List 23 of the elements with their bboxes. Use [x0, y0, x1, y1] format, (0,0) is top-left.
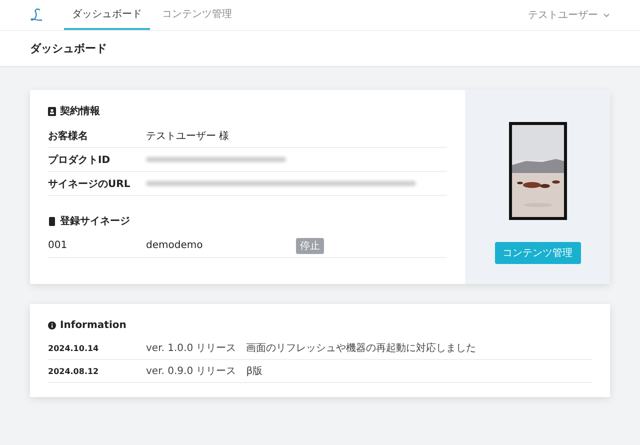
- field-label: サイネージのURL: [48, 178, 132, 190]
- signage-name: demodemo: [146, 240, 204, 251]
- info-icon: [48, 321, 56, 330]
- user-menu[interactable]: テストユーザー: [528, 8, 598, 22]
- field-label: お客様名: [48, 129, 89, 142]
- field-value: テストユーザー 様: [146, 130, 230, 142]
- info-date: 2024.10.14: [48, 344, 100, 352]
- section-title: 契約情報: [60, 104, 100, 118]
- chevron-down-icon[interactable]: [603, 12, 610, 18]
- content-management-button[interactable]: コンテンツ管理: [494, 242, 580, 264]
- status-badge: 停止: [296, 238, 324, 254]
- info-text: ver. 1.0.0 リリース 画面のリフレッシュや機器の再起動に対応しました: [146, 342, 478, 355]
- field-label: プロダクトID: [48, 153, 112, 166]
- page-title: ダッシュボード: [30, 41, 107, 56]
- contact-card-icon: [48, 106, 56, 116]
- info-text: ver. 0.9.0 リリース β版: [146, 365, 264, 378]
- logo-icon: [30, 7, 44, 23]
- section-title: Information: [60, 320, 126, 331]
- signage-number: 001: [48, 240, 68, 251]
- info-date: 2024.08.12: [48, 366, 100, 376]
- nav-tab[interactable]: コンテンツ管理: [154, 0, 240, 30]
- phone-icon: [48, 216, 56, 226]
- section-title: 登録サイネージ: [60, 214, 130, 228]
